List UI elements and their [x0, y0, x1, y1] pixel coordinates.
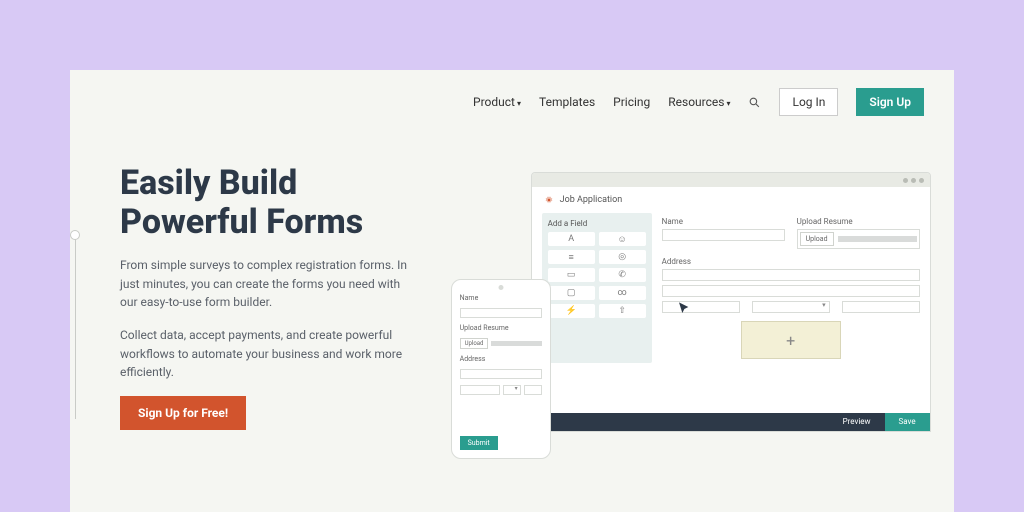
upload-icon[interactable]: ⇧ [599, 304, 646, 318]
address-input-1[interactable] [662, 269, 920, 281]
subheading-2: Collect data, accept payments, and creat… [120, 326, 420, 382]
login-button[interactable]: Log In [779, 88, 838, 116]
m-address-4[interactable] [524, 385, 542, 395]
code-icon[interactable]: ⚡ [548, 304, 595, 318]
m-address-2[interactable] [460, 385, 500, 395]
m-submit-button[interactable]: Submit [460, 436, 498, 450]
address-state[interactable]: ▾ [752, 301, 830, 313]
builder-window: Job Application Add a Field A ☺ ≡ ◎ ▭ ✆ … [531, 172, 931, 432]
form-title: Job Application [560, 195, 623, 205]
gear-icon [544, 195, 554, 205]
text-field-icon[interactable]: A [548, 232, 595, 246]
m-address-3[interactable]: ▾ [503, 385, 521, 395]
chevron-down-icon: ▾ [517, 99, 521, 108]
palette-title: Add a Field [548, 219, 646, 228]
m-upload-placeholder [491, 341, 541, 346]
field-palette: Add a Field A ☺ ≡ ◎ ▭ ✆ ▢ ∞ ⚡ ⇧ [542, 213, 652, 363]
image-icon[interactable]: ▢ [548, 286, 595, 300]
cursor-icon [677, 301, 693, 317]
nav-pricing[interactable]: Pricing [613, 95, 650, 109]
upload-button[interactable]: Upload [800, 232, 834, 246]
dropzone[interactable]: + [741, 321, 841, 359]
address-zip[interactable] [842, 301, 920, 313]
speaker-icon [498, 285, 503, 290]
phone-icon[interactable]: ✆ [599, 268, 646, 282]
link-icon[interactable]: ∞ [599, 286, 646, 300]
m-address-label: Address [460, 355, 542, 363]
upload-label: Upload Resume [797, 217, 920, 226]
decorative-circle [70, 230, 80, 240]
window-titlebar [532, 173, 930, 187]
cta-button[interactable]: Sign Up for Free! [120, 396, 246, 430]
signup-button[interactable]: Sign Up [856, 88, 924, 116]
save-button[interactable]: Save [885, 413, 930, 431]
location-icon[interactable]: ◎ [599, 250, 646, 264]
headline: Easily BuildPowerful Forms [120, 164, 481, 242]
address-city[interactable] [662, 301, 740, 313]
subheading-1: From simple surveys to complex registrat… [120, 256, 420, 312]
emoji-icon[interactable]: ☺ [599, 232, 646, 246]
chevron-down-icon: ▾ [726, 99, 730, 108]
nav-resources[interactable]: Resources▾ [668, 95, 730, 109]
m-address-1[interactable] [460, 369, 542, 379]
form-canvas: Name Upload Resume Upload [662, 213, 920, 363]
nav-product[interactable]: Product▾ [473, 95, 521, 109]
calendar-icon[interactable]: ▭ [548, 268, 595, 282]
m-upload-label: Upload Resume [460, 324, 542, 332]
search-icon[interactable] [748, 96, 761, 109]
builder-footer: Preview Save [532, 413, 930, 431]
name-input[interactable] [662, 229, 785, 241]
m-name-label: Name [460, 294, 542, 302]
m-name-input[interactable] [460, 308, 542, 318]
alignment-icon[interactable]: ≡ [548, 250, 595, 264]
name-label: Name [662, 217, 785, 226]
nav-templates[interactable]: Templates [539, 95, 595, 109]
m-upload-button[interactable]: Upload [460, 338, 489, 349]
preview-button[interactable]: Preview [829, 413, 885, 431]
top-nav: Product▾ Templates Pricing Resources▾ Lo… [70, 70, 954, 134]
address-label: Address [662, 257, 920, 266]
upload-placeholder [838, 236, 917, 242]
mobile-preview: Name Upload Resume Upload Address ▾ Subm… [451, 279, 551, 459]
address-input-2[interactable] [662, 285, 920, 297]
